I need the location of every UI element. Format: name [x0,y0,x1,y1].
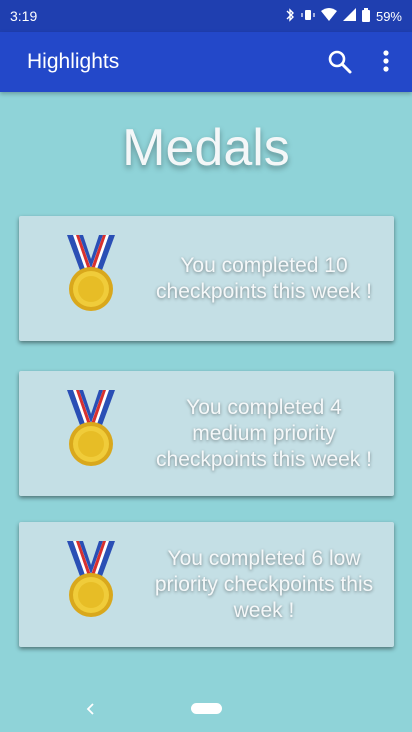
battery-icon [361,7,370,25]
medal-card[interactable]: You completed 10 checkpoints this week ! [19,216,394,341]
home-pill-button[interactable] [191,703,222,714]
medal-card[interactable]: You completed 6 low priority checkpoints… [19,522,394,647]
gold-medal-icon [59,388,123,468]
status-icons: 59% [285,7,402,25]
search-icon[interactable] [326,48,354,76]
page-title: Medals [122,119,290,177]
app-title: Highlights [27,50,120,73]
status-bar: 3:19 59% [0,0,412,32]
navigation-bar [0,688,412,732]
medal-card[interactable]: You completed 4 medium priority checkpoi… [19,371,394,496]
medal-card-text: You completed 4 medium priority checkpoi… [156,395,372,471]
wifi-icon [320,8,337,24]
battery-level: 59% [375,8,402,24]
medal-card-text: You completed 10 checkpoints this week ! [156,253,372,303]
app-bar: Highlights [0,32,412,92]
gold-medal-icon [59,233,123,313]
status-time: 3:19 [10,8,38,24]
bluetooth-icon [285,7,295,25]
back-chevron-icon[interactable] [82,700,98,718]
signal-icon [342,8,356,24]
medal-card-text: You completed 6 low priority checkpoints… [154,546,374,622]
more-vert-icon[interactable] [372,48,400,76]
gold-medal-icon [59,539,123,619]
vibrate-icon [301,8,315,25]
